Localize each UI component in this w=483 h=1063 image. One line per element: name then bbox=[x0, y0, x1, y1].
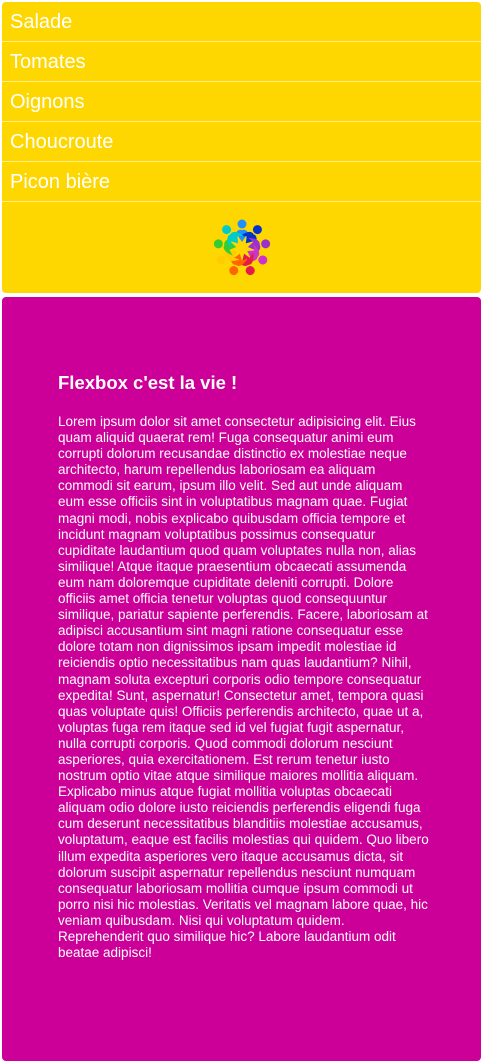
article: Flexbox c'est la vie ! Lorem ipsum dolor… bbox=[58, 372, 430, 961]
nav-item-choucroute[interactable]: Choucroute bbox=[2, 122, 481, 162]
nav-panel: Salade Tomates Oignons Choucroute Picon … bbox=[2, 2, 481, 293]
nav-item-label: Picon bière bbox=[10, 170, 111, 193]
nav-item-label: Choucroute bbox=[10, 130, 114, 153]
nav-item-label: Salade bbox=[10, 10, 73, 33]
nav-item-tomates[interactable]: Tomates bbox=[2, 42, 481, 82]
article-title: Flexbox c'est la vie ! bbox=[58, 372, 238, 393]
nav-item-picon-biere[interactable]: Picon bière bbox=[2, 162, 481, 202]
nav-menu: Salade Tomates Oignons Choucroute Picon … bbox=[2, 2, 481, 202]
nav-item-oignons[interactable]: Oignons bbox=[2, 82, 481, 122]
article-body: Lorem ipsum dolor sit amet consectetur a… bbox=[58, 414, 429, 961]
people-circle-logo-icon bbox=[213, 219, 270, 275]
logo-container bbox=[2, 202, 481, 293]
content-panel: Flexbox c'est la vie ! Lorem ipsum dolor… bbox=[2, 297, 481, 1061]
nav-item-salade[interactable]: Salade bbox=[2, 2, 481, 42]
nav-item-label: Oignons bbox=[10, 90, 85, 113]
nav-item-label: Tomates bbox=[10, 50, 86, 73]
